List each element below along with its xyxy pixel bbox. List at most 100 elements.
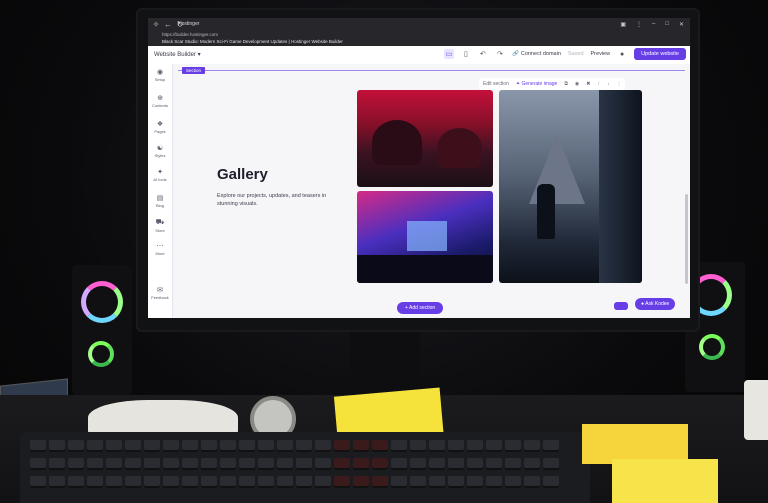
undo-icon[interactable]: ↶ — [478, 49, 488, 59]
key — [448, 440, 464, 452]
key — [296, 458, 312, 470]
ask-kodee-label: Ask Kodee — [645, 301, 670, 307]
sidebar-item-label: Setup — [154, 77, 166, 82]
gallery-image-stage[interactable] — [357, 191, 493, 283]
visibility-icon[interactable]: ◉ — [575, 81, 579, 87]
key — [410, 440, 426, 452]
sidebar-item-label: Contents — [151, 103, 168, 108]
account-icon[interactable]: ● — [617, 49, 627, 59]
sidebar-item-store[interactable]: ⛟ Store — [148, 218, 172, 233]
key — [182, 476, 198, 488]
section-tag[interactable]: Section — [182, 67, 206, 74]
setup-icon: ◉ — [156, 69, 164, 76]
sidebar-item-feedback[interactable]: ✉ Feedback — [148, 286, 172, 300]
image-detail — [599, 90, 642, 283]
site-selector[interactable]: Website Builder ▾ — [154, 51, 201, 58]
more-options-icon[interactable]: ⋮ — [616, 81, 621, 87]
chevron-down-icon: ▾ — [197, 52, 201, 58]
browser-chrome: ✧ ← ↻ Hostinger https://builder.hostinge… — [148, 18, 690, 46]
key — [68, 476, 84, 488]
key — [106, 440, 122, 452]
connect-domain-button[interactable]: 🔗 Connect domain — [512, 51, 561, 57]
sidebar-item-contents[interactable]: ⊕ Contents — [148, 94, 172, 108]
maximize-icon[interactable]: □ — [665, 21, 669, 28]
layers-button[interactable] — [614, 302, 628, 310]
key — [353, 440, 369, 452]
key — [201, 440, 217, 452]
key — [353, 476, 369, 488]
key — [296, 476, 312, 488]
key — [49, 476, 65, 488]
sidebar-item-more[interactable]: ⋯ More — [148, 242, 172, 256]
sidebar-item-label: Feedback — [151, 295, 169, 300]
generate-image-button[interactable]: ✦ Generate image — [516, 81, 557, 87]
key — [391, 440, 407, 452]
key — [258, 440, 274, 452]
save-button[interactable]: Saved — [568, 51, 584, 57]
key — [448, 476, 464, 488]
key — [486, 458, 502, 470]
key — [315, 458, 331, 470]
key — [258, 458, 274, 470]
key — [543, 476, 559, 488]
mobile-view-icon[interactable]: ▯ — [461, 49, 471, 59]
url-bar[interactable]: https://builder.hostinger.com — [162, 32, 218, 37]
key — [144, 440, 160, 452]
gallery-heading[interactable]: Gallery — [217, 166, 268, 183]
sidebar-item-label: More — [155, 251, 165, 256]
desktop-view-icon[interactable]: ▭ — [443, 49, 454, 59]
gallery-image-red-forest[interactable] — [357, 90, 493, 187]
site-selector-label: Website Builder — [154, 52, 196, 58]
key — [448, 458, 464, 470]
sidebar-item-blog[interactable]: ▤ Blog — [148, 194, 172, 208]
key — [220, 476, 236, 488]
scrollbar[interactable] — [685, 194, 688, 284]
key — [296, 440, 312, 452]
gallery-description[interactable]: Explore our projects, updates, and tease… — [217, 192, 339, 208]
key — [524, 476, 540, 488]
gallery-image-figure[interactable] — [499, 90, 642, 283]
sidebar-item-setup[interactable]: ◉ Setup — [148, 68, 172, 82]
pages-icon: ❖ — [156, 121, 164, 128]
delete-icon[interactable]: ✖ — [586, 81, 590, 87]
preview-button[interactable]: Preview — [591, 51, 611, 57]
sidebar-item-pages[interactable]: ❖ Pages — [148, 120, 172, 134]
update-website-button[interactable]: Update website — [634, 48, 686, 60]
key — [30, 476, 46, 488]
sidebar-item-ai-tools[interactable]: ✦ AI tools — [148, 168, 172, 182]
image-detail — [357, 255, 493, 283]
section-outline — [178, 70, 685, 71]
sticky-note — [612, 459, 718, 503]
blog-icon: ▤ — [156, 195, 164, 202]
add-section-button[interactable]: + Add section — [397, 302, 444, 314]
key — [372, 440, 388, 452]
key — [106, 476, 122, 488]
key — [239, 458, 255, 470]
ai-icon: ✦ — [157, 169, 163, 176]
sidebar-item-label: Styles — [154, 153, 166, 158]
key — [315, 476, 331, 488]
tab-title[interactable]: Hostinger — [178, 21, 199, 27]
redo-icon[interactable]: ↷ — [495, 49, 505, 59]
ask-kodee-button[interactable]: ● Ask Kodee — [635, 298, 676, 310]
move-up-icon[interactable]: ↑ — [597, 81, 600, 87]
edit-section-button[interactable]: Edit section — [483, 81, 509, 87]
page-title: Black Scar Studio: Modern Sci-Fi Game De… — [162, 39, 343, 44]
generate-image-label: Generate image — [521, 81, 558, 87]
back-icon[interactable]: ← — [164, 21, 172, 29]
extensions-icon[interactable]: ▣ — [620, 21, 626, 28]
feedback-icon: ✉ — [157, 287, 163, 294]
sidebar-item-styles[interactable]: ☯ Styles — [148, 144, 172, 158]
sidebar-item-label: Blog — [155, 203, 164, 208]
key — [163, 440, 179, 452]
menu-icon[interactable]: ⋮ — [636, 21, 642, 28]
close-icon[interactable]: ✕ — [679, 21, 684, 28]
key — [315, 440, 331, 452]
sidebar-item-label: Pages — [154, 129, 166, 134]
speaker-left — [72, 265, 132, 395]
duplicate-icon[interactable]: ⧉ — [564, 81, 568, 87]
key — [334, 440, 350, 452]
key — [486, 440, 502, 452]
minimize-icon[interactable]: – — [652, 21, 655, 28]
move-down-icon[interactable]: ↓ — [607, 81, 610, 87]
